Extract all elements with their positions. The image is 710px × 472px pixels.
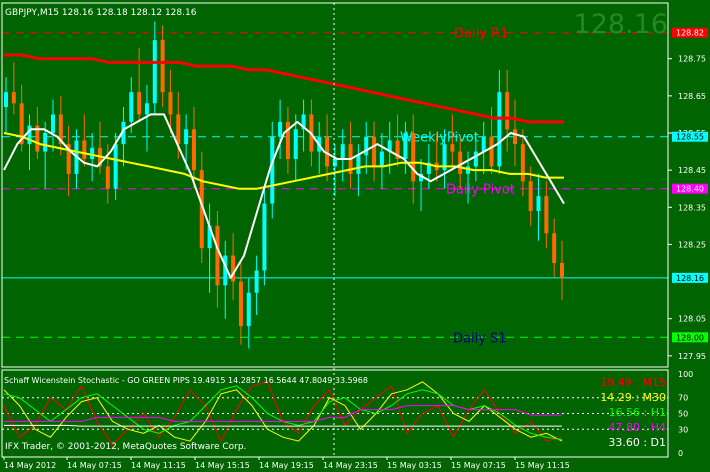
candle-body (215, 225, 220, 286)
candle-body (254, 270, 259, 293)
candle-body (246, 292, 251, 327)
candle-body (238, 281, 243, 327)
time-tick-label: 14 May 15:15 (195, 461, 250, 470)
price-tick-label: 128.05 (678, 315, 706, 324)
candle-body (113, 144, 118, 189)
candle-body (152, 40, 157, 104)
indicator-tick-label: 50 (678, 410, 688, 419)
candle-body (497, 92, 502, 167)
price-tick-label: 128.75 (678, 55, 706, 64)
price-tag-label: 128.40 (676, 185, 704, 194)
candle-body (105, 166, 110, 189)
candle-body (379, 151, 384, 167)
candle-body (262, 203, 267, 271)
indicator-title: Schaff Wicenstein Stochastic - GO GREEN … (4, 376, 368, 385)
time-tick-label: 14 May 11:15 (131, 461, 186, 470)
price-tick-label: 127.95 (678, 352, 706, 361)
time-tick-label: 14 May 2012 (4, 461, 56, 470)
indicator-readout: 16.56 : H1 (609, 406, 666, 419)
indicator-readout: 47.80 : H4 (609, 421, 666, 434)
indicator-readout: 33.60 : D1 (608, 436, 666, 449)
candle-body (403, 133, 408, 159)
candle-body (411, 133, 416, 182)
candle-body (481, 136, 486, 152)
candle-body (4, 92, 8, 107)
price-tick-label: 128.35 (678, 203, 706, 212)
candle-body (364, 136, 369, 156)
candle-body (168, 92, 173, 115)
candle-body (278, 121, 283, 137)
indicator-tick-label: 30 (678, 425, 688, 434)
candle-body (450, 144, 455, 152)
price-tag-label: 128.82 (676, 29, 704, 38)
candle-body (11, 92, 16, 104)
candle-body (505, 92, 510, 130)
time-tick-label: 14 May 07:15 (67, 461, 122, 470)
candle-body (372, 136, 377, 167)
time-tick-label: 14 May 23:15 (323, 461, 378, 470)
candle-body (458, 151, 463, 174)
price-tick-label: 128.65 (678, 92, 706, 101)
candle-body (513, 129, 518, 145)
candle-body (544, 196, 549, 234)
big-price-readout: 128.16 (574, 9, 668, 40)
candle-body (144, 103, 149, 115)
price-tag-label: 128.16 (676, 274, 704, 283)
level-label-daily-pivot: Daily Pivot (446, 183, 515, 198)
price-tag-label: 128.55 (676, 133, 704, 142)
candle-body (293, 129, 298, 159)
chart-header: GBPJPY,M15 128.16 128.18 128.12 128.16 (5, 8, 197, 18)
candle-body (528, 181, 533, 211)
level-label-daily-r1: Daily R1 (454, 27, 508, 42)
candle-body (473, 151, 478, 167)
candle-body (489, 136, 494, 167)
candle-body (160, 40, 165, 93)
candle-body (340, 144, 345, 159)
candle-body (520, 144, 525, 182)
candle-body (184, 129, 189, 145)
indicator-tick-label: 0 (678, 449, 683, 458)
indicator-readout: 19.49 : M15 (600, 376, 666, 389)
candle-body (90, 147, 95, 159)
price-tick-label: 128.25 (678, 240, 706, 249)
copyright-text: IFX Trader, © 2001-2012, MetaQuotes Soft… (5, 442, 246, 452)
price-tick-label: 128.45 (678, 166, 706, 175)
indicator-tick-label: 100 (678, 370, 693, 379)
candle-body (552, 233, 557, 263)
time-tick-label: 15 May 03:15 (387, 461, 442, 470)
time-tick-label: 14 May 19:15 (259, 461, 314, 470)
indicator-readout: 14.29 : M30 (600, 391, 666, 404)
trading-chart[interactable]: Daily R1WeeklyPivotDaily PivotDaily S1 1… (0, 0, 710, 472)
candle-body (536, 196, 541, 211)
candle-body (191, 129, 196, 171)
time-tick-label: 15 May 11:15 (515, 461, 570, 470)
price-tag-label: 128.00 (676, 333, 704, 342)
candle-body (50, 114, 55, 133)
candle-body (82, 140, 87, 159)
candle-body (560, 263, 564, 278)
candle-body (176, 114, 181, 145)
level-label-daily-s1: Daily S1 (453, 331, 507, 346)
time-tick-label: 15 May 07:15 (451, 461, 506, 470)
candle-body (332, 159, 337, 167)
candle-body (137, 92, 142, 115)
candle-body (270, 136, 275, 204)
indicator-tick-label: 70 (678, 394, 688, 403)
candle-body (356, 155, 361, 174)
candle-body (43, 133, 48, 152)
candle-body (129, 92, 134, 122)
